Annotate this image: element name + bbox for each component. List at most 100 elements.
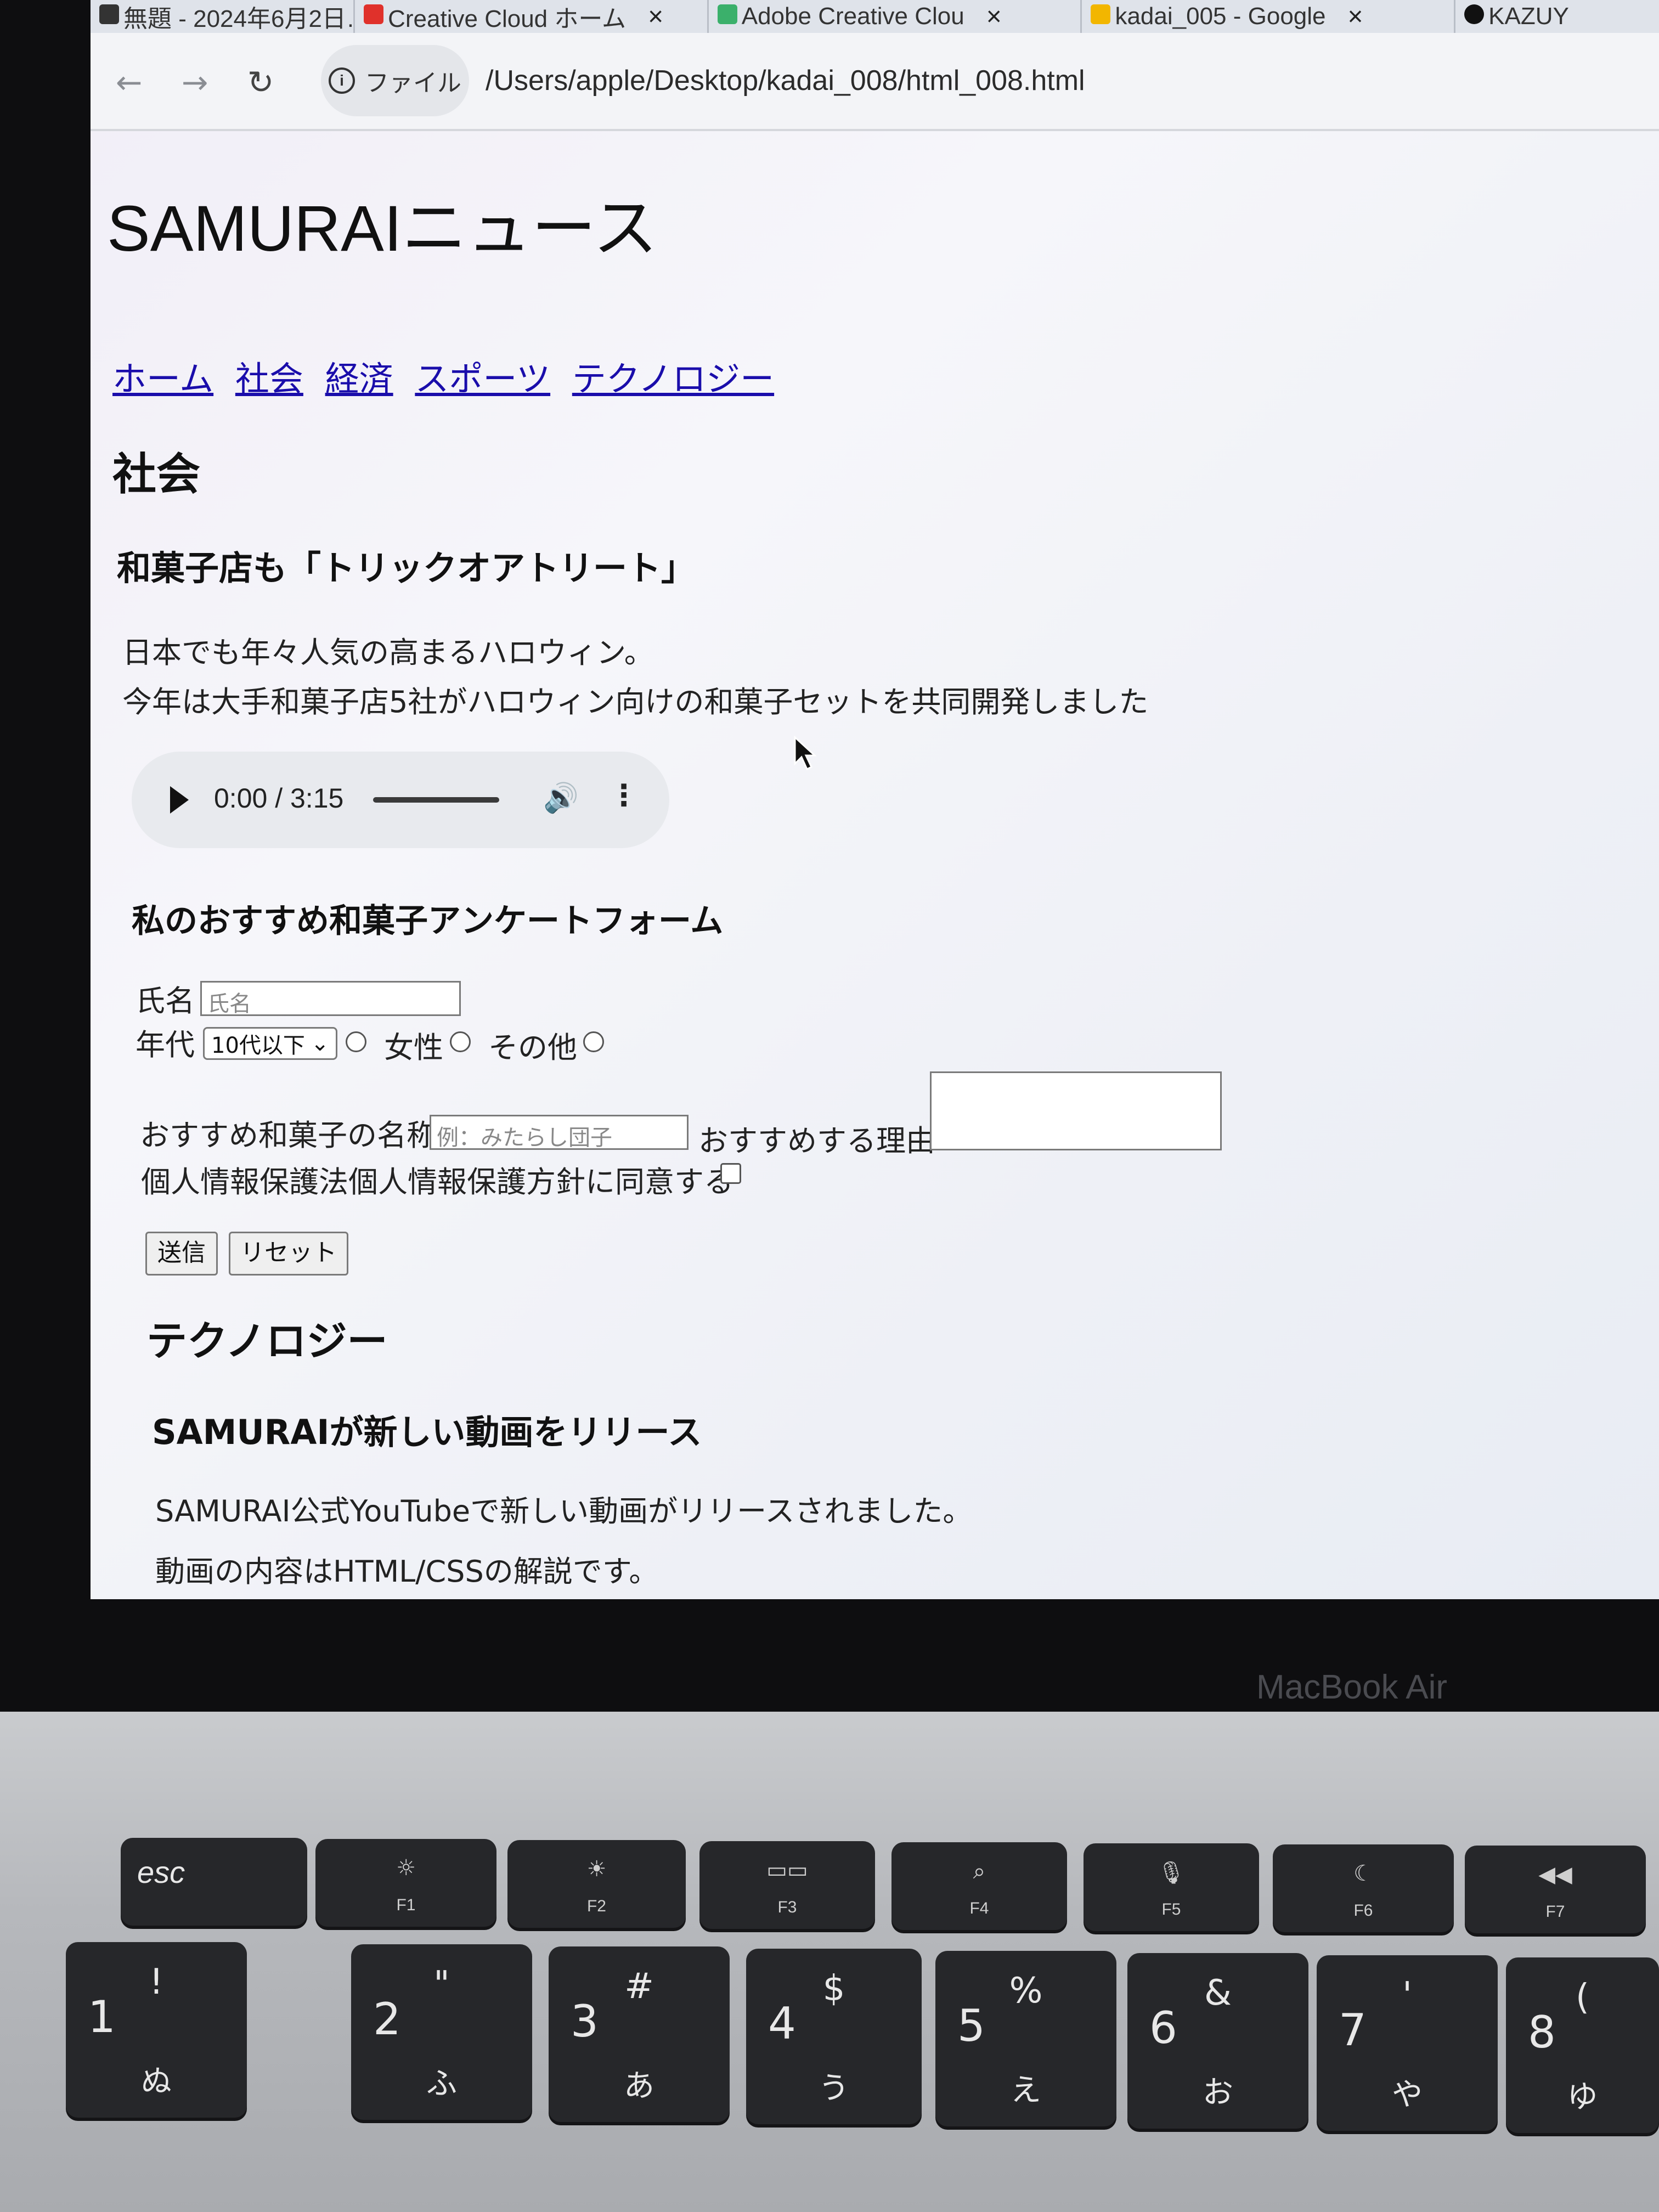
more-options-icon[interactable]: ⋮: [609, 778, 639, 812]
reason-label: おすすめする理由: [698, 1124, 935, 1158]
key-1[interactable]: ! 1 ぬ: [66, 1942, 247, 2118]
fn-key-label: F5: [1161, 1900, 1181, 1918]
brightness-up-icon: ☀: [586, 1857, 607, 1882]
tab-1[interactable]: 無題 - 2024年6月2日… ×: [91, 0, 356, 33]
f1-key[interactable]: ☼ F1: [315, 1839, 496, 1927]
address-bar[interactable]: i ファイル /Users/apple/Desktop/kadai_008/ht…: [321, 45, 1659, 116]
browser-toolbar: ← → ↻ i ファイル /Users/apple/Desktop/kadai_…: [91, 33, 1659, 131]
article-text-line: 動画の内容はHTML/CSSの解説です。: [155, 1554, 659, 1589]
nav-link-sports[interactable]: スポーツ: [415, 359, 550, 399]
audio-time: 0:00 / 3:15: [214, 783, 344, 814]
chevron-down-icon: ⌄: [311, 1031, 329, 1056]
nav-link-society[interactable]: 社会: [235, 359, 303, 399]
search-icon: ⌕: [973, 1859, 986, 1884]
key-3[interactable]: # 3 あ: [549, 1946, 730, 2122]
close-icon[interactable]: ×: [986, 2, 1002, 32]
fn-key-label: F1: [396, 1896, 416, 1914]
f7-key[interactable]: ◀◀ F7: [1465, 1846, 1646, 1933]
key-kana: ふ: [426, 2066, 457, 2102]
key-6[interactable]: & 6 お: [1127, 1953, 1308, 2129]
screen-bezel: 無題 - 2024年6月2日… × Creative Cloud ホーム × A…: [0, 0, 1659, 1734]
key-kana: あ: [624, 2068, 654, 2104]
tab-strip: 無題 - 2024年6月2日… × Creative Cloud ホーム × A…: [91, 0, 1659, 33]
f6-key[interactable]: ☾ F6: [1273, 1844, 1454, 1932]
gender-radio-other[interactable]: [583, 1031, 604, 1052]
f3-key[interactable]: ▭▭ F3: [699, 1841, 875, 1929]
close-icon[interactable]: ×: [648, 2, 663, 32]
key-7[interactable]: ' 7 や: [1317, 1955, 1498, 2131]
url-text[interactable]: /Users/apple/Desktop/kadai_008/html_008.…: [486, 45, 1085, 116]
article-text-line: SAMURAI公式YouTubeで新しい動画がリリースされました。: [155, 1494, 973, 1528]
reset-button[interactable]: リセット: [229, 1232, 348, 1276]
key-8[interactable]: ( 8 ゆ: [1506, 1957, 1659, 2133]
gender-radio-1[interactable]: [346, 1031, 366, 1052]
main-nav: ホーム 社会 経済 スポーツ テクノロジー: [112, 351, 785, 400]
key-number: 3: [571, 1996, 599, 2047]
consent-label: 個人情報保護法個人情報保護方針に同意する: [141, 1165, 733, 1199]
audio-progress-slider[interactable]: [373, 797, 499, 803]
key-4[interactable]: $ 4 う: [746, 1949, 922, 2124]
esc-key[interactable]: esc: [121, 1838, 307, 1926]
tab-favicon-icon: [1091, 4, 1111, 24]
microphone-icon: 🎙: [1157, 1860, 1186, 1886]
forward-button[interactable]: →: [173, 60, 217, 104]
tab-favicon-icon: [364, 4, 384, 24]
article-text-line: 今年は大手和菓子店5社がハロウィン向けの和菓子セットを共同開発しました: [122, 685, 1149, 719]
key-kana: え: [1011, 2073, 1041, 2108]
fn-key-label: F4: [969, 1899, 989, 1917]
esc-key-label: esc: [137, 1855, 185, 1889]
key-5[interactable]: % 5 え: [935, 1951, 1116, 2126]
info-icon: i: [329, 67, 355, 94]
key-kana: う: [819, 2070, 849, 2106]
moon-icon: ☾: [1353, 1861, 1373, 1886]
key-kana: ゆ: [1567, 2079, 1598, 2115]
tab-4[interactable]: kadai_005 - Google ×: [1082, 0, 1456, 33]
play-icon[interactable]: [170, 786, 189, 814]
back-button[interactable]: ←: [107, 60, 151, 104]
age-select-value: 10代以下: [211, 1033, 305, 1058]
close-icon[interactable]: ×: [1348, 2, 1363, 32]
tab-title: KAZUY: [1488, 3, 1569, 30]
sweet-name-input[interactable]: 例：みたらし団子: [430, 1115, 689, 1150]
f5-key[interactable]: 🎙 F5: [1084, 1843, 1259, 1931]
reload-button[interactable]: ↻: [239, 60, 283, 104]
page-content: SAMURAIニュース ホーム 社会 経済 スポーツ テクノロジー 社会 和菓子…: [91, 132, 1659, 1599]
tab-2[interactable]: Creative Cloud ホーム ×: [355, 0, 709, 33]
tab-title: Creative Cloud ホーム: [388, 5, 627, 32]
f2-key[interactable]: ☀ F2: [507, 1840, 686, 1928]
key-number: 5: [957, 2000, 985, 2051]
age-select[interactable]: 10代以下 ⌄: [203, 1027, 337, 1060]
name-label: 氏名: [136, 984, 195, 1018]
age-label: 年代: [136, 1028, 195, 1062]
mouse-cursor-icon: [794, 735, 817, 771]
consent-checkbox[interactable]: [720, 1163, 741, 1184]
gender-label-other: その他: [488, 1030, 577, 1065]
key-2[interactable]: " 2 ふ: [351, 1944, 532, 2120]
f4-key[interactable]: ⌕ F4: [891, 1842, 1067, 1930]
nav-link-economy[interactable]: 経済: [325, 359, 393, 399]
form-heading: 私のおすすめ和菓子アンケートフォーム: [132, 902, 724, 940]
section-heading-society: 社会: [112, 449, 200, 500]
key-number: 7: [1339, 2005, 1367, 2056]
audio-player[interactable]: 0:00 / 3:15 🔊 ⋮: [132, 752, 669, 848]
brightness-down-icon: ☼: [396, 1855, 416, 1881]
mission-control-icon: ▭▭: [766, 1858, 808, 1883]
gender-radio-female[interactable]: [450, 1031, 471, 1052]
site-info-chip[interactable]: i ファイル: [321, 45, 469, 116]
volume-icon[interactable]: 🔊: [543, 781, 579, 815]
browser-window: 無題 - 2024年6月2日… × Creative Cloud ホーム × A…: [91, 0, 1659, 1599]
tab-title: kadai_005 - Google: [1115, 3, 1326, 30]
reason-textarea[interactable]: [930, 1071, 1222, 1150]
submit-button[interactable]: 送信: [145, 1232, 218, 1276]
rewind-icon: ◀◀: [1538, 1862, 1572, 1887]
name-input[interactable]: 氏名: [200, 981, 461, 1017]
nav-link-home[interactable]: ホーム: [112, 359, 213, 399]
gender-label-female: 女性: [384, 1030, 443, 1065]
nav-link-technology[interactable]: テクノロジー: [572, 359, 774, 399]
fn-key-label: F2: [586, 1897, 606, 1915]
github-icon: [1464, 4, 1485, 24]
tab-3[interactable]: Adobe Creative Clou ×: [709, 0, 1082, 33]
tab-favicon-icon: [99, 4, 119, 24]
tab-title: 無題 - 2024年6月2日…: [123, 5, 356, 32]
tab-5[interactable]: KAZUY: [1455, 0, 1659, 33]
